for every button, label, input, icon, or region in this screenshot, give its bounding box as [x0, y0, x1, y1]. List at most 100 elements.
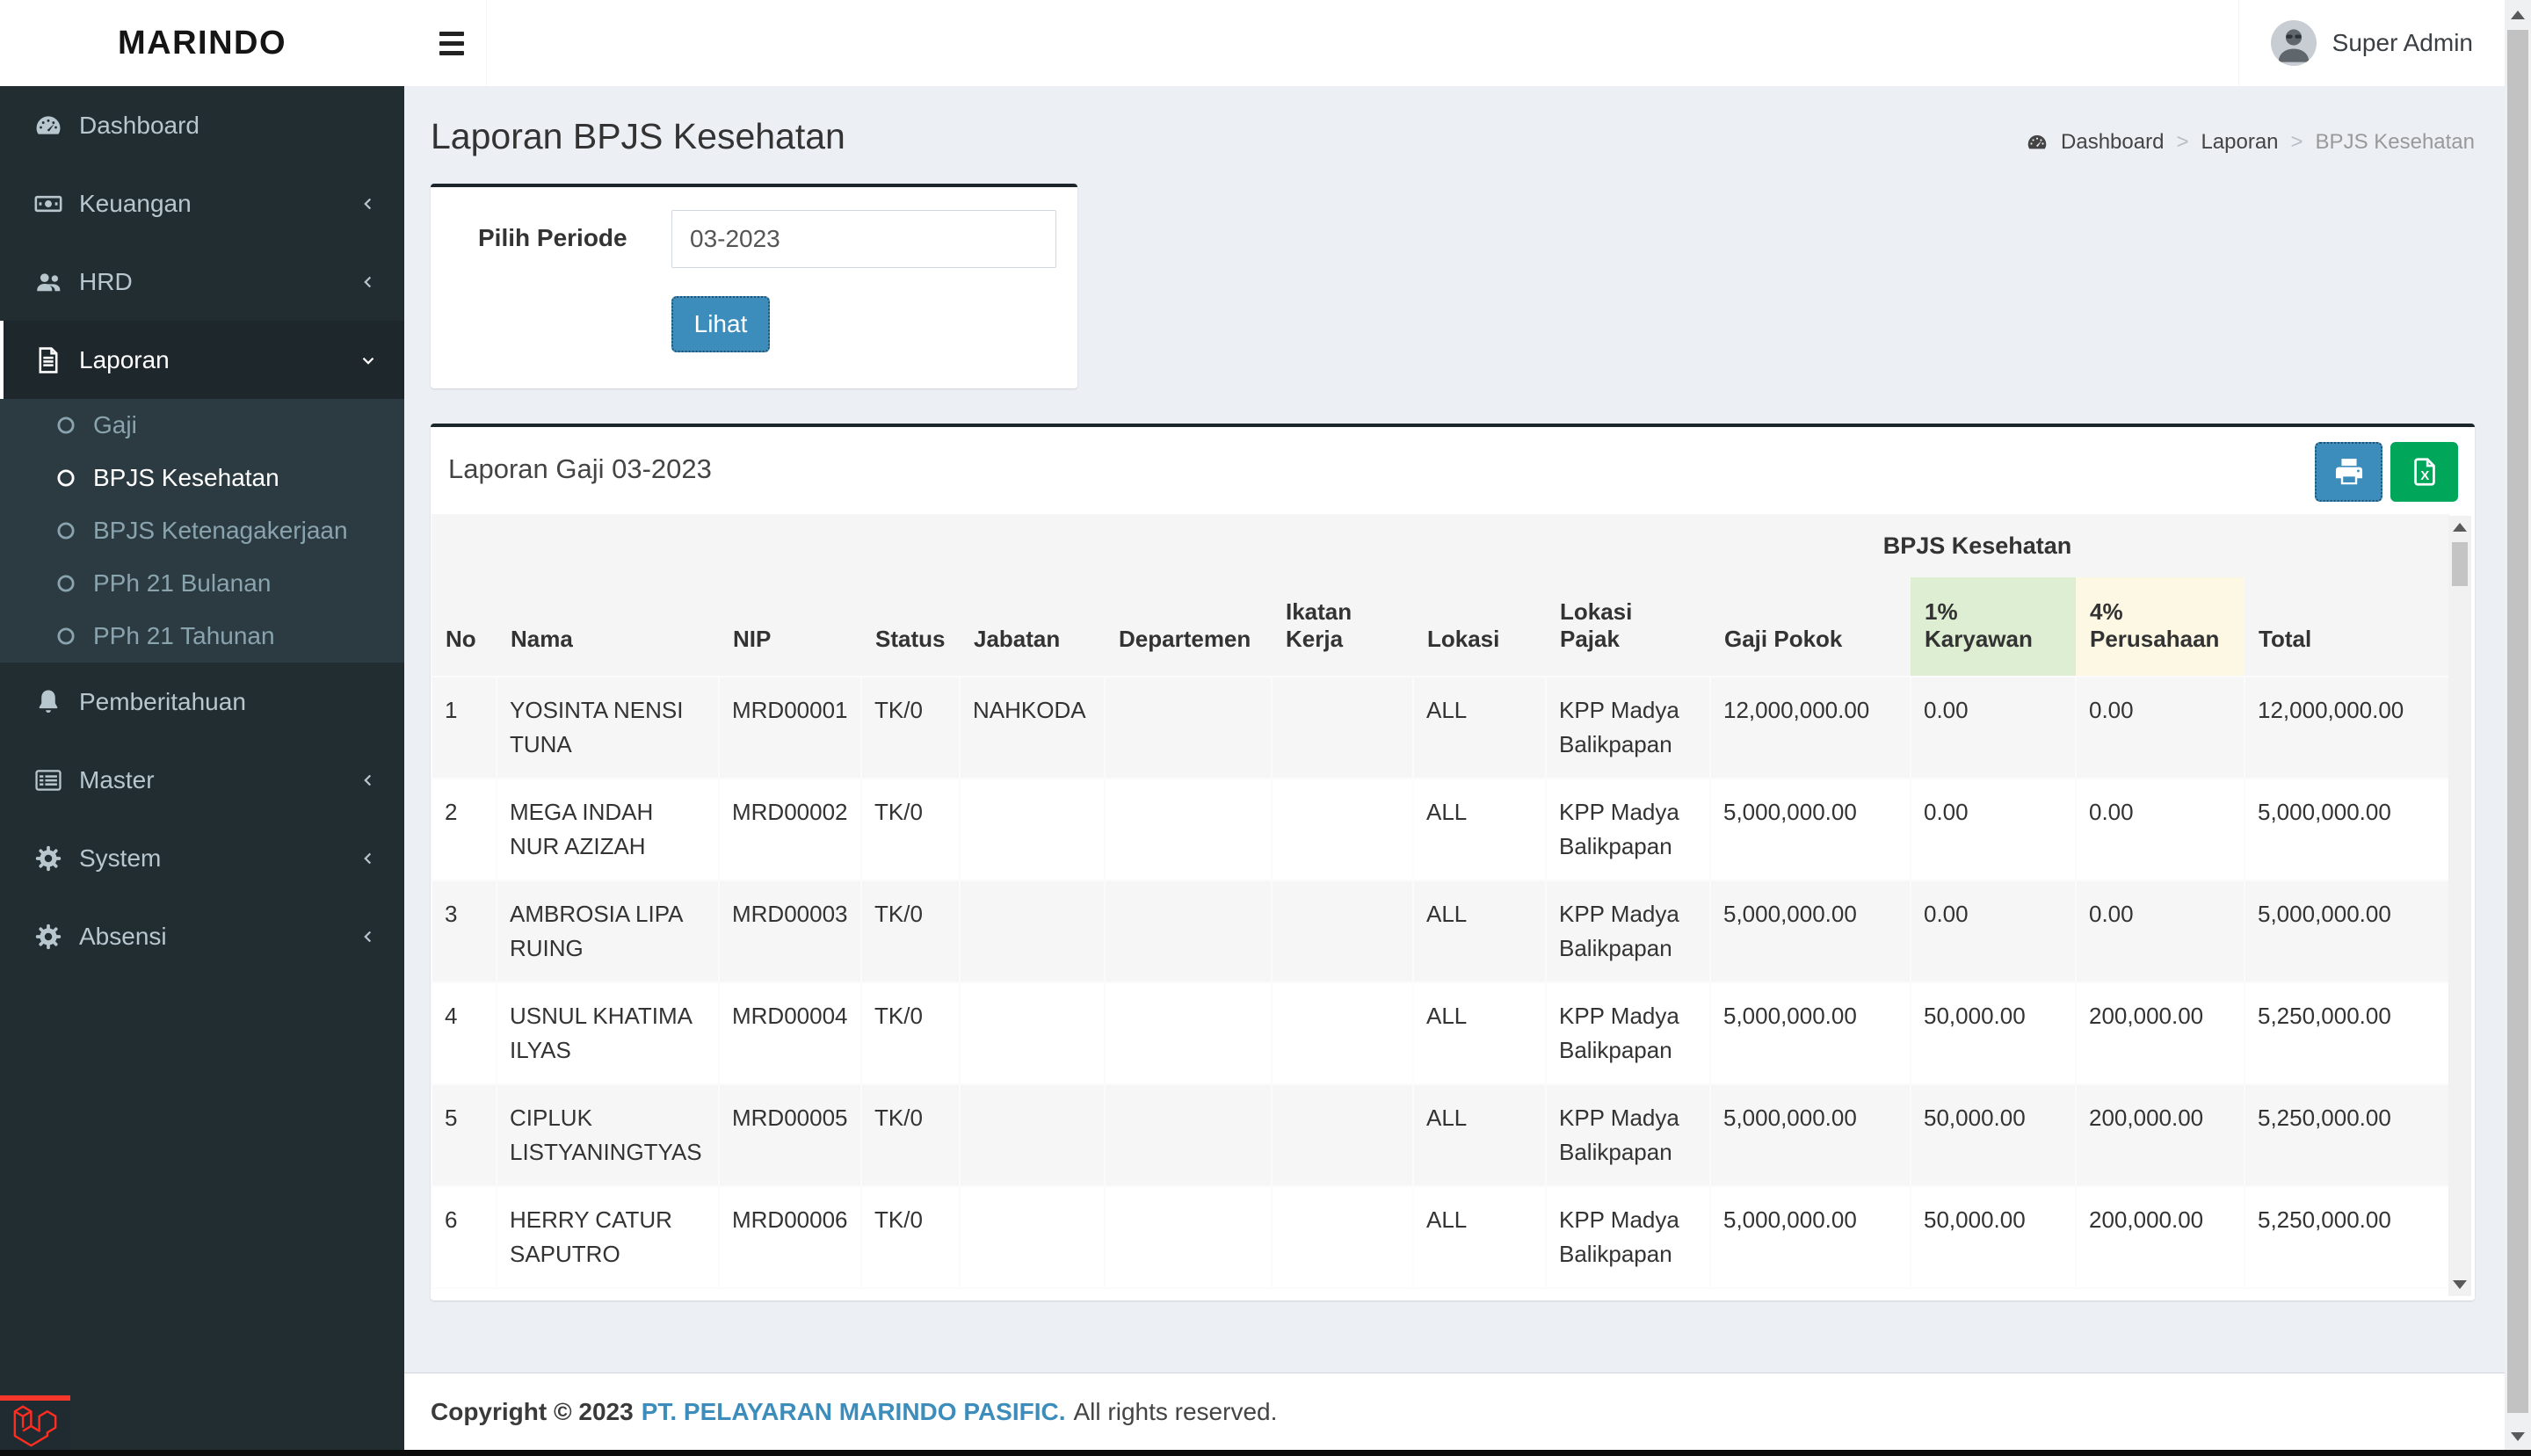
period-input[interactable]	[671, 210, 1056, 268]
table-scrollbar-thumb[interactable]	[2452, 542, 2468, 586]
table-cell	[1104, 1185, 1273, 1289]
gear-icon	[35, 845, 62, 871]
submenu-item-pph21-tahunan[interactable]: PPh 21 Tahunan	[0, 610, 404, 663]
table-row: 4 USNUL KHATIMA ILYAS MRD00004 TK/0 ALL KP…	[431, 982, 2450, 1085]
dashboard-icon	[2027, 134, 2047, 149]
lihat-button[interactable]: Lihat	[671, 296, 770, 352]
period-label: Pilih Periode	[478, 224, 627, 251]
table-cell: YOSINTA NENSI TUNA	[496, 676, 720, 779]
table-cell: 2	[431, 778, 497, 881]
scroll-down-icon[interactable]	[2453, 1280, 2467, 1289]
table-cell: 0.00	[2075, 778, 2245, 881]
user-avatar	[2270, 20, 2317, 66]
sidebar-item-label: Laporan	[79, 345, 170, 373]
user-name: Super Admin	[2332, 29, 2473, 56]
export-excel-button[interactable]: X	[2390, 442, 2458, 502]
chevron-left-icon	[364, 276, 372, 287]
company-link[interactable]: PT. PELAYARAN MARINDO PASIFIC.	[642, 1398, 1066, 1426]
sidebar-item-label: Pemberitahuan	[79, 687, 246, 715]
table-cell: ALL	[1412, 1185, 1547, 1289]
table-cell	[1271, 1185, 1414, 1289]
top-navbar: Super Admin	[404, 0, 2505, 86]
col-header-perusahaan: 4% Perusahaan	[2076, 577, 2245, 677]
table-cell: 50,000.00	[1910, 1185, 2077, 1289]
table-cell	[959, 982, 1106, 1085]
user-menu[interactable]: Super Admin	[2237, 0, 2505, 86]
report-title: Laporan Gaji 03-2023	[448, 453, 712, 484]
col-header-gaji-pokok: Gaji Pokok	[1710, 577, 1911, 677]
user-photo-icon	[2270, 20, 2317, 66]
table-cell: TK/0	[860, 1083, 961, 1187]
submenu-item-label: Gaji	[93, 411, 137, 438]
debug-toolbar-toggle[interactable]	[0, 1395, 70, 1450]
horizontal-scrollbar[interactable]	[0, 1450, 2531, 1456]
table-cell: 0.00	[2075, 676, 2245, 779]
table-cell: 5,000,000.00	[2244, 880, 2450, 983]
sidebar-item-system[interactable]: System	[0, 819, 404, 897]
table-cell: 50,000.00	[1910, 1083, 2077, 1187]
sidebar-item-label: Keuangan	[79, 189, 192, 217]
submenu-item-bpjs-kesehatan[interactable]: BPJS Kesehatan	[0, 452, 404, 504]
col-header-nip: NIP	[719, 577, 861, 677]
table-cell: 12,000,000.00	[1709, 676, 1911, 779]
table-cell: 0.00	[1910, 778, 2077, 881]
chevron-down-icon	[362, 357, 374, 365]
submenu-item-pph21-bulanan[interactable]: PPh 21 Bulanan	[0, 557, 404, 610]
print-button[interactable]	[2315, 442, 2382, 502]
table-cell: 5,000,000.00	[1709, 880, 1911, 983]
hamburger-icon	[439, 31, 464, 36]
copyright-text: Copyright © 2023	[431, 1397, 634, 1425]
report-card: Laporan Gaji 03-2023 X BPJS Kesehatan No…	[431, 424, 2475, 1300]
table-cell: 6	[431, 1185, 497, 1289]
table-cell: TK/0	[860, 1185, 961, 1289]
sidebar-item-dashboard[interactable]: Dashboard	[0, 86, 404, 164]
sidebar-item-absensi[interactable]: Absensi	[0, 897, 404, 975]
laravel-logo-icon	[13, 1405, 57, 1447]
sidebar-item-pemberitahuan[interactable]: Pemberitahuan	[0, 663, 404, 741]
col-header-status: Status	[861, 577, 960, 677]
table-cell: HERRY CATUR SAPUTRO	[496, 1185, 720, 1289]
scroll-down-icon[interactable]	[2511, 1432, 2525, 1441]
breadcrumb-current: BPJS Kesehatan	[2315, 130, 2475, 154]
submenu-item-bpjs-ketenagakerjaan[interactable]: BPJS Ketenagakerjaan	[0, 504, 404, 557]
table-cell: 5,000,000.00	[1709, 1083, 1911, 1187]
page-scrollbar-thumb[interactable]	[2507, 30, 2528, 1413]
sidebar-item-master[interactable]: Master	[0, 741, 404, 819]
table-row: 1 YOSINTA NENSI TUNA MRD00001 TK/0 NAHKODA…	[431, 676, 2450, 779]
table-cell: TK/0	[860, 778, 961, 881]
table-cell: NAHKODA	[959, 676, 1106, 779]
table-row: 5 CIPLUK LISTYANINGTYAS MRD00005 TK/0 ALL …	[431, 1083, 2450, 1187]
table-cell: AMBROSIA LIPA RUING	[496, 880, 720, 983]
chevron-left-icon	[364, 852, 372, 864]
file-excel-icon: X	[2413, 458, 2435, 486]
table-cell: 4	[431, 982, 497, 1085]
table-cell: 5,000,000.00	[1709, 1185, 1911, 1289]
scroll-up-icon[interactable]	[2453, 523, 2467, 532]
table-cell: TK/0	[860, 676, 961, 779]
content-area: Laporan BPJS Kesehatan Dashboard > Lapor…	[404, 86, 2505, 1373]
sidebar-item-keuangan[interactable]: Keuangan	[0, 164, 404, 243]
submenu-item-gaji[interactable]: Gaji	[0, 399, 404, 452]
gear-icon	[35, 924, 62, 949]
sidebar-item-laporan[interactable]: Laporan	[0, 321, 404, 399]
submenu-item-label: BPJS Ketenagakerjaan	[93, 517, 348, 544]
sidebar-item-hrd[interactable]: HRD	[0, 243, 404, 321]
col-header-nama: Nama	[497, 577, 719, 677]
submenu-item-label: PPh 21 Bulanan	[93, 569, 272, 597]
svg-text:X: X	[2420, 468, 2429, 483]
table-cell: MRD00004	[718, 982, 862, 1085]
page-scrollbar[interactable]	[2505, 0, 2531, 1450]
table-cell: KPP Madya Balikpapan	[1545, 880, 1711, 983]
table-cell	[1104, 1083, 1273, 1187]
sidebar-toggle-button[interactable]	[417, 0, 487, 86]
chevron-left-icon	[364, 198, 372, 209]
table-cell: USNUL KHATIMA ILYAS	[496, 982, 720, 1085]
period-filter-card: Pilih Periode Lihat	[431, 184, 1077, 388]
table-cell: MEGA INDAH NUR AZIZAH	[496, 778, 720, 881]
table-scrollbar[interactable]	[2448, 516, 2471, 1296]
circle-icon	[57, 627, 75, 645]
breadcrumb-home[interactable]: Dashboard	[2061, 130, 2164, 155]
chevron-left-icon	[364, 774, 372, 786]
breadcrumb-section[interactable]: Laporan	[2201, 130, 2278, 155]
scroll-up-icon[interactable]	[2511, 11, 2525, 19]
